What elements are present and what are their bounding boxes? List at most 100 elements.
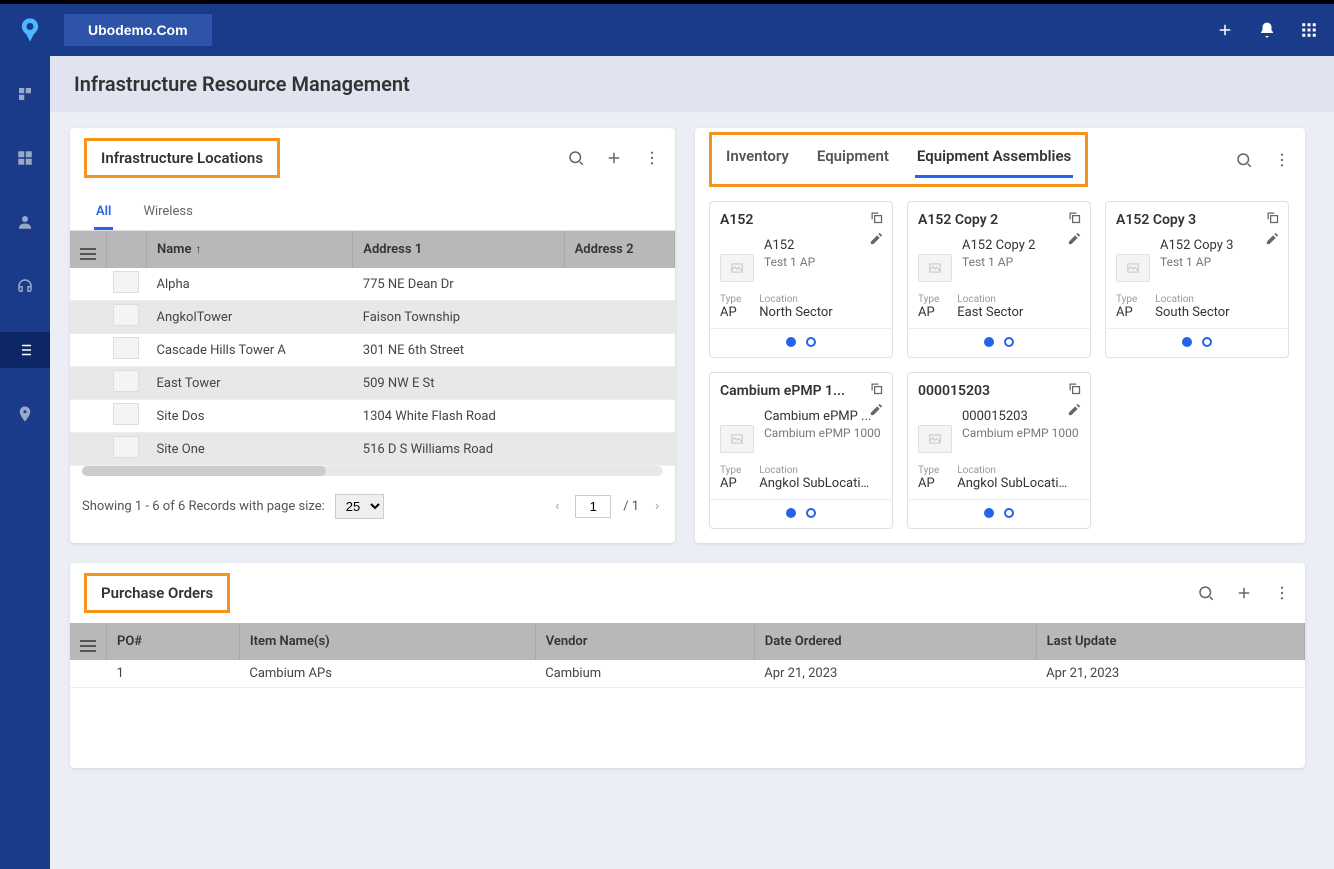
subtab-wireless[interactable]: Wireless <box>141 196 194 230</box>
card-title: A152 <box>720 212 882 228</box>
col-updated[interactable]: Last Update <box>1036 623 1304 660</box>
card-name: A152 Copy 2 <box>962 238 1035 253</box>
table-row[interactable]: East Tower 509 NW E St <box>70 367 675 400</box>
card-location: Angkol SubLocati... <box>957 476 1067 491</box>
card-title: Cambium ePMP 1... <box>720 383 882 399</box>
edit-icon[interactable] <box>1265 231 1280 246</box>
card-pager-dots[interactable] <box>908 499 1090 528</box>
cell-name: AngkolTower <box>147 301 353 334</box>
next-page[interactable]: › <box>651 495 663 518</box>
nav-item-2[interactable] <box>0 140 50 176</box>
purchase-orders-panel: Purchase Orders PO# Item Name(s) Vendor … <box>70 563 1305 768</box>
col-po[interactable]: PO# <box>107 623 240 660</box>
nav-item-list[interactable] <box>0 332 50 368</box>
cell-addr2 <box>564 334 674 367</box>
tab-equipment[interactable]: Equipment <box>815 141 891 178</box>
page-input[interactable] <box>575 495 611 518</box>
add-icon[interactable] <box>1216 21 1234 39</box>
search-icon[interactable] <box>1235 151 1253 169</box>
cell-name: Site One <box>147 433 353 466</box>
more-icon[interactable] <box>643 149 661 167</box>
card-name: A152 <box>764 238 815 253</box>
table-row[interactable]: Cascade Hills Tower A 301 NE 6th Street <box>70 334 675 367</box>
card-pager-dots[interactable] <box>908 328 1090 357</box>
card-sub: Cambium ePMP 1000 <box>764 426 881 440</box>
col-addr2[interactable]: Address 2 <box>564 231 674 268</box>
image-placeholder-icon <box>720 254 754 282</box>
card-pager-dots[interactable] <box>710 328 892 357</box>
tab-assemblies[interactable]: Equipment Assemblies <box>915 141 1073 178</box>
copy-icon[interactable] <box>869 210 884 225</box>
add-icon[interactable] <box>605 149 623 167</box>
assembly-card[interactable]: 000015203 000015203 Cambium ePMP 1000 Ty… <box>907 372 1091 529</box>
cell-name: East Tower <box>147 367 353 400</box>
main-content: Infrastructure Resource Management Infra… <box>50 56 1334 869</box>
assembly-card[interactable]: A152 A152 Test 1 AP TypeAP LocationNorth… <box>709 201 893 358</box>
more-icon[interactable] <box>1273 584 1291 602</box>
table-row[interactable]: 1 Cambium APs Cambium Apr 21, 2023 Apr 2… <box>70 660 1305 688</box>
cell-addr2 <box>564 433 674 466</box>
page-size-select[interactable]: 25 <box>335 494 384 519</box>
edit-icon[interactable] <box>869 402 884 417</box>
assemblies-panel: Inventory Equipment Equipment Assemblies… <box>695 128 1305 543</box>
cell-addr2 <box>564 301 674 334</box>
col-vendor[interactable]: Vendor <box>535 623 754 660</box>
col-item[interactable]: Item Name(s) <box>239 623 535 660</box>
nav-item-location[interactable] <box>0 396 50 432</box>
image-placeholder-icon <box>1116 254 1150 282</box>
edit-icon[interactable] <box>1067 402 1082 417</box>
org-selector[interactable]: Ubodemo.Com <box>64 14 212 46</box>
locations-subtabs: All Wireless <box>70 188 675 231</box>
card-location: East Sector <box>957 305 1023 320</box>
copy-icon[interactable] <box>869 381 884 396</box>
col-name[interactable]: Name↑ <box>147 231 353 268</box>
edit-icon[interactable] <box>869 231 884 246</box>
assembly-card[interactable]: A152 Copy 2 A152 Copy 2 Test 1 AP TypeAP… <box>907 201 1091 358</box>
table-row[interactable]: Site One 516 D S Williams Road <box>70 433 675 466</box>
edit-icon[interactable] <box>1067 231 1082 246</box>
locations-table: Name↑ Address 1 Address 2 Alpha 775 NE D… <box>70 231 675 466</box>
thumbnail-icon <box>113 304 139 326</box>
horizontal-scrollbar[interactable] <box>82 466 663 476</box>
nav-item-support[interactable] <box>0 268 50 304</box>
copy-icon[interactable] <box>1067 210 1082 225</box>
total-pages: / 1 <box>623 499 639 514</box>
nav-item-user[interactable] <box>0 204 50 240</box>
table-row[interactable]: Site Dos 1304 White Flash Road <box>70 400 675 433</box>
thumbnail-icon <box>113 337 139 359</box>
search-icon[interactable] <box>1197 584 1215 602</box>
copy-icon[interactable] <box>1067 381 1082 396</box>
more-icon[interactable] <box>1273 151 1291 169</box>
assembly-card[interactable]: Cambium ePMP 1... Cambium ePMP ... Cambi… <box>709 372 893 529</box>
hamburger-icon[interactable] <box>80 248 96 260</box>
card-type: AP <box>720 476 741 491</box>
hamburger-icon[interactable] <box>80 640 96 652</box>
table-row[interactable]: AngkolTower Faison Township <box>70 301 675 334</box>
subtab-all[interactable]: All <box>94 196 113 230</box>
search-icon[interactable] <box>567 149 585 167</box>
nav-item-1[interactable] <box>0 76 50 112</box>
card-title: A152 Copy 2 <box>918 212 1080 228</box>
card-location: South Sector <box>1155 305 1229 320</box>
thumbnail-icon <box>113 271 139 293</box>
add-icon[interactable] <box>1235 584 1253 602</box>
table-row[interactable]: Alpha 775 NE Dean Dr <box>70 268 675 301</box>
col-ordered[interactable]: Date Ordered <box>754 623 1036 660</box>
pager-text: Showing 1 - 6 of 6 Records with page siz… <box>82 499 325 514</box>
card-pager-dots[interactable] <box>1106 328 1288 357</box>
pager: Showing 1 - 6 of 6 Records with page siz… <box>70 480 675 533</box>
cell-name: Site Dos <box>147 400 353 433</box>
assemblies-tabs: Inventory Equipment Equipment Assemblies <box>709 132 1088 187</box>
card-pager-dots[interactable] <box>710 499 892 528</box>
cell-vendor: Cambium <box>535 660 754 688</box>
apps-icon[interactable] <box>1300 21 1318 39</box>
tab-inventory[interactable]: Inventory <box>724 141 791 178</box>
col-addr1[interactable]: Address 1 <box>353 231 564 268</box>
assembly-card[interactable]: A152 Copy 3 A152 Copy 3 Test 1 AP TypeAP… <box>1105 201 1289 358</box>
card-location: North Sector <box>759 305 832 320</box>
copy-icon[interactable] <box>1265 210 1280 225</box>
cell-ordered: Apr 21, 2023 <box>754 660 1036 688</box>
purchase-title: Purchase Orders <box>84 573 230 613</box>
prev-page[interactable]: ‹ <box>551 495 563 518</box>
bell-icon[interactable] <box>1258 21 1276 39</box>
